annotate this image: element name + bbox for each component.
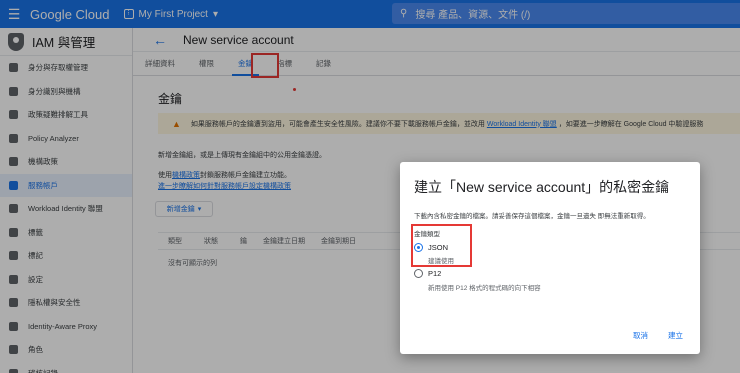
- json-recommended: 建議使用: [428, 258, 454, 265]
- json-label[interactable]: JSON: [428, 243, 448, 252]
- p12-radio[interactable]: [414, 269, 423, 278]
- p12-description: 新用使用 P12 格式的程式碼的向下相容: [428, 285, 541, 292]
- dialog-title: 建立「New service account」的私密金鑰: [414, 179, 670, 195]
- json-radio[interactable]: [414, 243, 423, 252]
- create-button[interactable]: 建立: [668, 330, 683, 341]
- key-type-label: 金鑰類型: [414, 231, 440, 238]
- create-key-dialog: 建立「New service account」的私密金鑰 下載內含私密金鑰的檔案…: [400, 162, 700, 354]
- cancel-button[interactable]: 取消: [633, 330, 648, 341]
- dialog-description: 下載內含私密金鑰的檔案。請妥善保存這個檔案，金鑰一旦遺失 即無法重新取得。: [414, 213, 650, 220]
- p12-label[interactable]: P12: [428, 269, 441, 278]
